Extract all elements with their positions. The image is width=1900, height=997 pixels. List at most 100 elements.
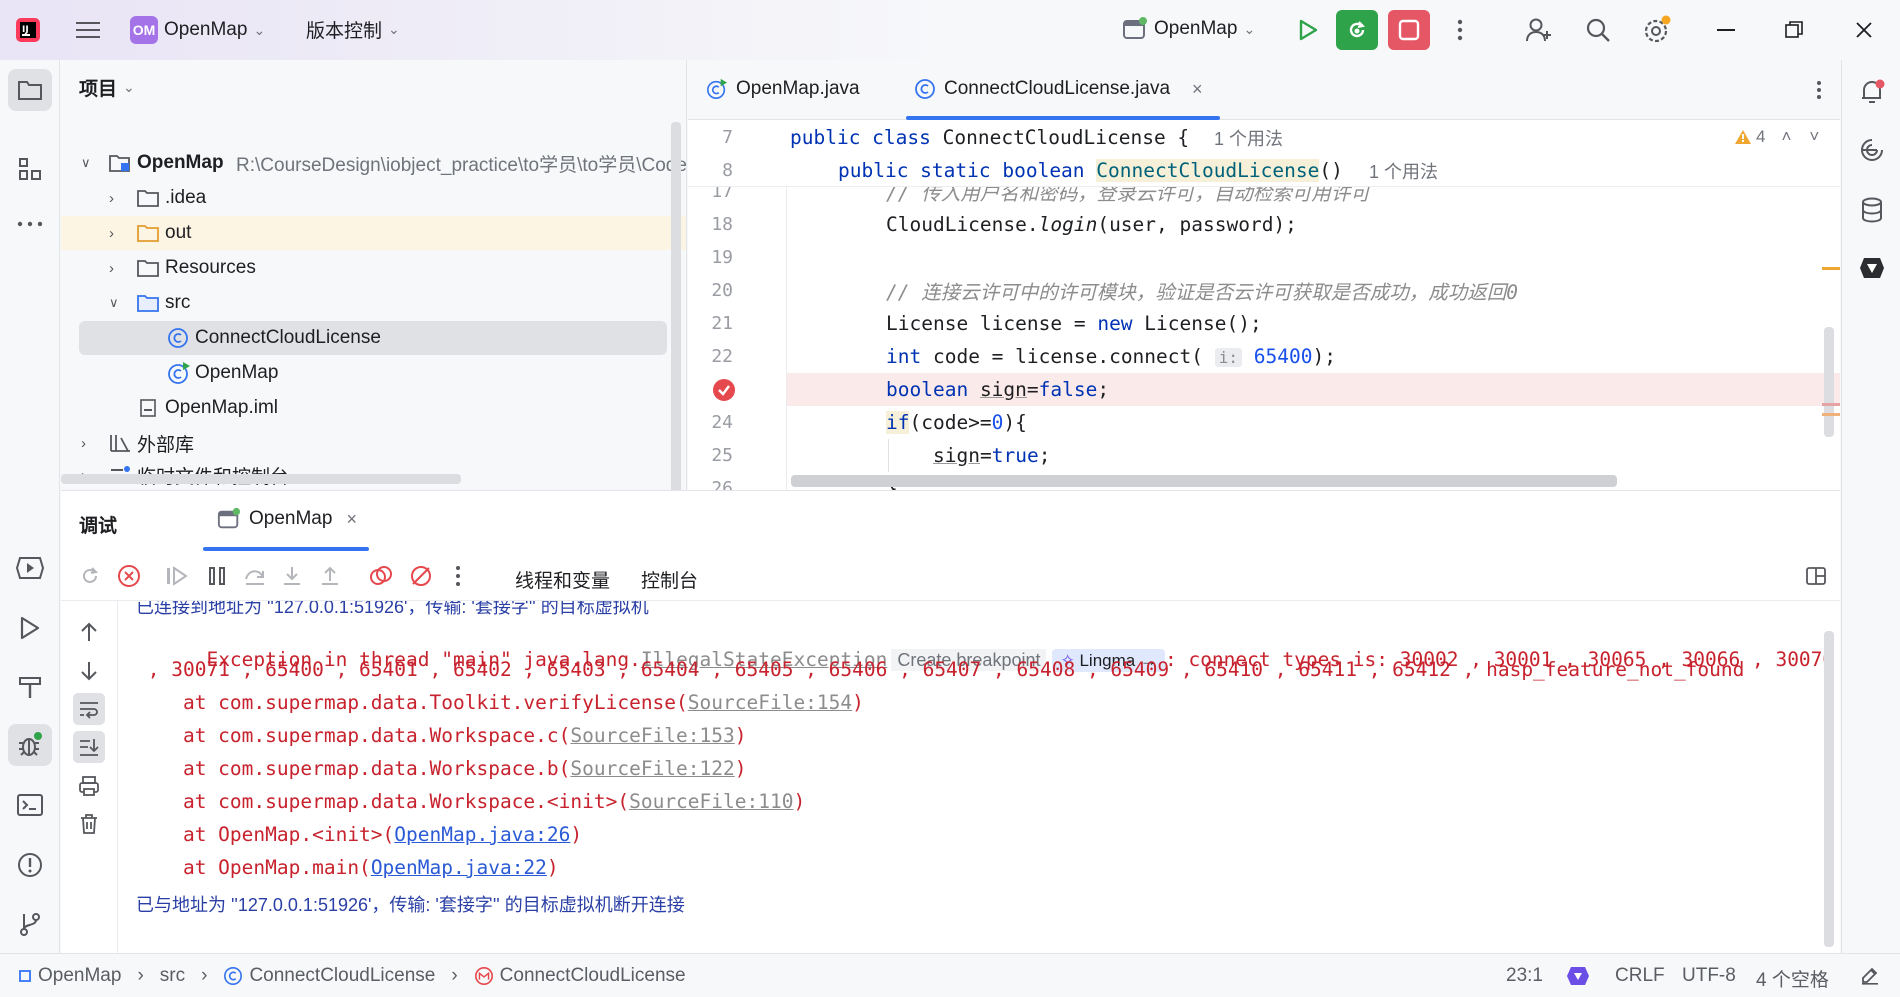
breadcrumb-item[interactable]: OpenMap (38, 965, 121, 987)
tree-item-root[interactable]: ∨ OpenMap R:\CourseDesign\iobject_practi… (61, 146, 686, 180)
notifications-icon[interactable] (1852, 72, 1892, 112)
git-tool-button[interactable] (10, 904, 50, 944)
scroll-to-end-button[interactable] (73, 731, 105, 763)
usage-hint[interactable]: 1 个用法 (1214, 125, 1283, 151)
print-icon[interactable] (78, 775, 100, 797)
main-menu-icon[interactable] (72, 14, 104, 46)
step-over-icon[interactable] (243, 565, 267, 587)
stop-icon[interactable] (117, 564, 141, 588)
rerun-icon[interactable] (79, 565, 101, 587)
tree-item-openmap-class[interactable]: OpenMap (61, 356, 686, 390)
problems-tool-button[interactable] (10, 845, 50, 885)
project-panel-header[interactable]: 项目 ⌄ (79, 74, 135, 101)
more-options-icon[interactable] (455, 565, 461, 587)
arrow-up-icon[interactable] (79, 621, 99, 643)
code-line-18[interactable]: 18 CloudLicense.login(user, password); (688, 208, 1840, 241)
arrow-down-icon[interactable] (79, 660, 99, 682)
tab-openmap-java[interactable]: OpenMap.java (706, 78, 860, 100)
sticky-line-7[interactable]: 7 public class ConnectCloudLicense { 1 个… (688, 121, 1840, 154)
code-line-22[interactable]: 22 int code = license.connect( i: 65400)… (688, 340, 1840, 373)
file-encoding[interactable]: UTF-8 (1682, 965, 1736, 987)
chevron-up-icon[interactable]: ˄ (1781, 127, 1791, 147)
breadcrumb-item[interactable]: src (160, 965, 185, 987)
editor-horizontal-scrollbar[interactable] (791, 475, 1617, 487)
code-line-25[interactable]: 25 sign=true; (688, 439, 1840, 472)
build-tool-button[interactable] (10, 667, 50, 707)
editor-vertical-scrollbar[interactable] (1824, 327, 1834, 437)
step-into-icon[interactable] (281, 565, 303, 587)
terminal-tool-button[interactable] (10, 785, 50, 825)
minimize-icon[interactable] (1710, 14, 1742, 46)
editor-more-icon[interactable] (1806, 76, 1832, 104)
add-user-icon[interactable] (1522, 14, 1556, 46)
run-config-selector[interactable]: OpenMap ⌄ (1122, 16, 1255, 42)
indent-setting[interactable]: 4 个空格 (1756, 965, 1829, 992)
code-body[interactable]: 17 // 传入用户名和密码，登录云许可，自动检索可用许可 18 CloudLi… (688, 181, 1840, 490)
code-line-20[interactable]: 20 // 连接云许可中的许可模块，验证是否云许可获取是否成功，成功返回0 (688, 274, 1840, 307)
vcs-menu[interactable]: 版本控制 ⌄ (306, 16, 400, 43)
console-output[interactable]: 已连接到地址为 ''127.0.0.1:51926'，传输: '套接字'' 的目… (118, 601, 1840, 954)
stack-frame-link[interactable]: SourceFile:110 (629, 790, 793, 813)
tab-connectcloudlicense-java[interactable]: ConnectCloudLicense.java × (906, 60, 1250, 120)
lock-edit-icon[interactable] (1860, 966, 1880, 986)
horizontal-scrollbar[interactable] (61, 474, 461, 484)
settings-icon[interactable] (1640, 14, 1674, 46)
tree-item-external-libs[interactable]: › 外部库 (61, 426, 686, 460)
mute-breakpoints-icon[interactable] (409, 564, 433, 588)
close-tab-icon[interactable]: × (346, 509, 357, 530)
stack-frame-link[interactable]: SourceFile:122 (570, 757, 734, 780)
ai-assistant-icon[interactable] (1852, 130, 1892, 170)
restore-icon[interactable] (1778, 14, 1810, 46)
run-icon[interactable] (1292, 14, 1324, 46)
pause-icon[interactable] (207, 565, 227, 587)
step-out-icon[interactable] (319, 565, 341, 587)
view-breakpoints-icon[interactable] (369, 564, 393, 588)
tab-threads-variables[interactable]: 线程和变量 (515, 566, 610, 593)
warnings-indicator[interactable]: 4 ˄ ˅ (1734, 127, 1819, 147)
vertical-scrollbar[interactable] (671, 122, 681, 490)
sticky-line-8[interactable]: 8 public static boolean ConnectCloudLice… (688, 154, 1840, 187)
stack-frame-link[interactable]: SourceFile:153 (570, 724, 734, 747)
stack-frame-link[interactable]: OpenMap.java:22 (371, 856, 547, 879)
close-tab-icon[interactable]: × (1192, 79, 1203, 100)
close-window-icon[interactable] (1848, 14, 1880, 46)
more-actions-icon[interactable] (1444, 14, 1476, 46)
trash-icon[interactable] (78, 813, 100, 835)
breadcrumb-item[interactable]: ConnectCloudLicense (249, 965, 435, 987)
breadcrumb-item[interactable]: ConnectCloudLicense (500, 965, 686, 987)
stack-frame-link[interactable]: SourceFile:154 (688, 691, 852, 714)
chevron-down-icon[interactable]: ˅ (1809, 127, 1819, 147)
lingma-icon[interactable] (1852, 248, 1892, 288)
breakpoint-icon[interactable] (712, 378, 736, 402)
usage-hint[interactable]: 1 个用法 (1369, 158, 1438, 184)
structure-tool-button[interactable] (10, 149, 50, 189)
console-vertical-scrollbar[interactable] (1824, 631, 1834, 947)
search-icon[interactable] (1582, 14, 1614, 46)
soft-wrap-button[interactable] (73, 693, 105, 725)
app-logo-icon[interactable]: IJ (14, 16, 42, 44)
tree-item-src[interactable]: ∨ src (61, 286, 686, 320)
debug-tool-button[interactable] (8, 724, 52, 766)
code-line-23[interactable]: boolean sign=false; (688, 373, 1840, 406)
project-tool-button[interactable] (8, 69, 52, 111)
tree-item-iml[interactable]: OpenMap.iml (61, 391, 686, 425)
debug-session-tab[interactable]: OpenMap × (153, 491, 379, 551)
stack-frame-link[interactable]: OpenMap.java:26 (394, 823, 570, 846)
tree-item-out[interactable]: › out (61, 216, 686, 250)
layout-icon[interactable] (1806, 566, 1826, 586)
database-icon[interactable] (1852, 190, 1892, 230)
more-tools-icon[interactable] (10, 204, 50, 244)
resume-icon[interactable] (165, 565, 189, 587)
code-line-24[interactable]: 24 if(code>=0){ (688, 406, 1840, 439)
line-separator[interactable]: CRLF (1615, 965, 1665, 987)
tree-item-resources[interactable]: › Resources (61, 251, 686, 285)
tab-console[interactable]: 控制台 (641, 566, 698, 593)
tree-item-idea[interactable]: › .idea (61, 181, 686, 215)
run-tool-button[interactable] (10, 608, 50, 648)
stop-button[interactable] (1388, 10, 1430, 50)
project-switcher[interactable]: OM OpenMap ⌄ (130, 16, 265, 44)
code-line-19[interactable]: 19 (688, 241, 1840, 274)
lingma-status-icon[interactable] (1566, 964, 1590, 988)
debug-rerun-button[interactable] (1336, 10, 1378, 50)
cursor-position[interactable]: 23:1 (1506, 965, 1543, 987)
